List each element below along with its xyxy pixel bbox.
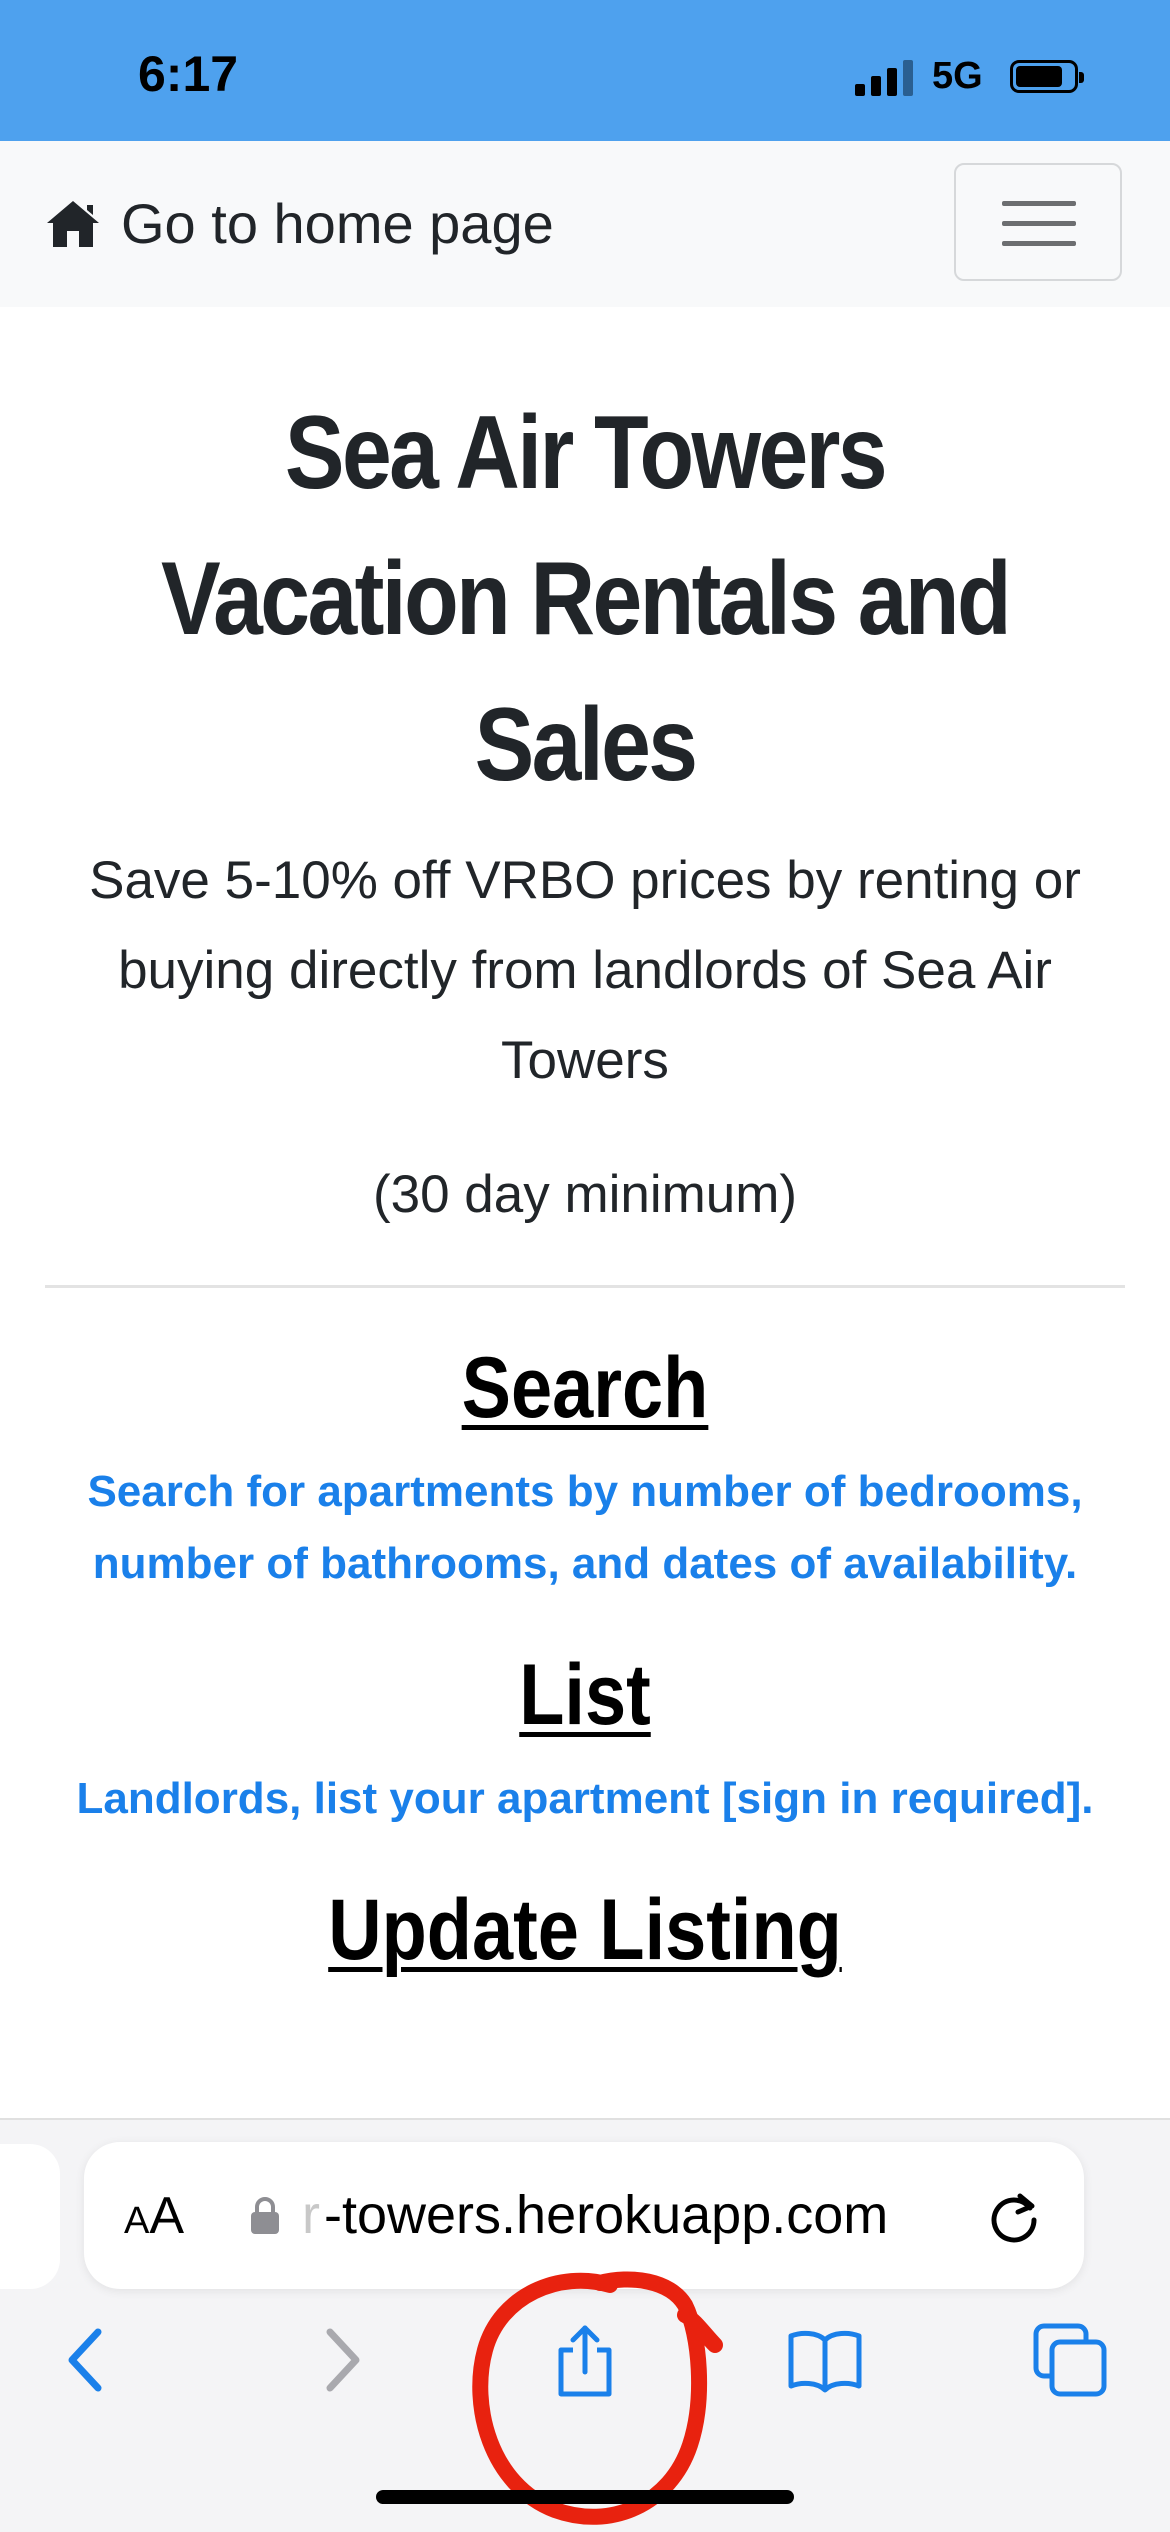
bookmarks-button[interactable] (785, 2320, 865, 2400)
home-indicator (376, 2490, 794, 2504)
forward-chevron-icon (326, 2328, 360, 2392)
home-link[interactable]: Go to home page (45, 191, 554, 256)
bookmarks-book-icon (788, 2330, 862, 2393)
forward-button[interactable] (300, 2320, 380, 2400)
list-apartment-link[interactable]: Landlords, list your apartment [sign in … (45, 1763, 1125, 1835)
url-truncated-prefix: r (302, 2185, 320, 2245)
divider (45, 1285, 1125, 1288)
battery-icon (1010, 60, 1084, 93)
hamburger-menu-icon (1002, 201, 1076, 206)
section-title-search[interactable]: Search (121, 1338, 1050, 1438)
home-link-label: Go to home page (121, 192, 554, 255)
tabs-icon (1033, 2323, 1107, 2397)
reload-icon[interactable] (984, 2186, 1044, 2246)
red-annotation-circle (472, 2271, 723, 2525)
page-title: Sea Air Towers Vacation Rentals and Sale… (160, 395, 1012, 803)
lock-icon (251, 2197, 279, 2234)
search-link[interactable]: Search for apartments by number of bedro… (45, 1456, 1125, 1600)
text-size-button[interactable]: AA (124, 2186, 184, 2246)
minimum-stay-note: (30 day minimum) (372, 1165, 798, 1224)
section-title-update-listing[interactable]: Update Listing (121, 1880, 1050, 1980)
tabs-button[interactable] (1030, 2320, 1110, 2400)
network-type: 5G (932, 55, 983, 97)
house-icon (47, 200, 99, 247)
status-time: 6:17 (138, 46, 239, 102)
section-title-list[interactable]: List (121, 1645, 1050, 1745)
cellular-signal-icon (855, 60, 913, 96)
navbar: Go to home page (0, 141, 1170, 307)
navbar-toggler-button[interactable] (954, 163, 1122, 281)
url-text[interactable]: -towers.herokuapp.com (324, 2184, 888, 2246)
back-chevron-icon (68, 2328, 102, 2392)
main-content: Sea Air Towers Vacation Rentals and Sale… (45, 380, 1125, 1980)
previous-tab-edge[interactable] (0, 2144, 60, 2289)
status-bar: 6:17 5G (0, 0, 1170, 141)
lead-text: Save 5-10% off VRBO prices by renting or… (89, 851, 1081, 1090)
back-button[interactable] (48, 2320, 128, 2400)
